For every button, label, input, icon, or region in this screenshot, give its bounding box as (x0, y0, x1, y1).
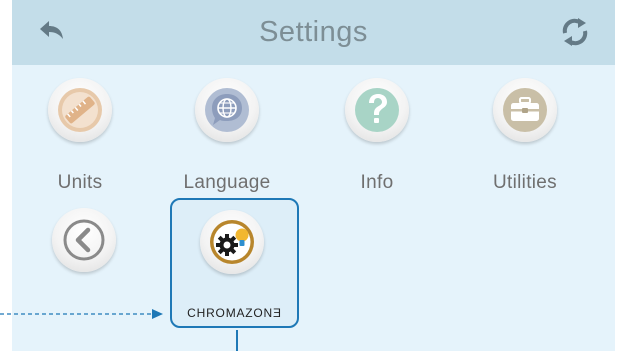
settings-screen: Settings Units Language Info Utilities C… (12, 0, 615, 351)
toolbox-icon (503, 88, 547, 132)
language-tile[interactable]: Language (184, 78, 308, 198)
units-icon-button (48, 78, 112, 142)
info-tile[interactable]: Info (338, 78, 458, 198)
language-label: Language (183, 172, 271, 193)
utilities-icon-button (493, 78, 557, 142)
header-bar: Settings (12, 0, 615, 65)
back-arrow-icon (40, 21, 63, 39)
refresh-button[interactable] (557, 14, 593, 50)
back-button[interactable] (34, 14, 70, 50)
gear-bulb-icon (210, 220, 254, 264)
utilities-tile[interactable]: Utilities (486, 78, 606, 198)
units-label: Units (57, 172, 103, 193)
previous-page-button[interactable] (52, 208, 116, 272)
page-title: Settings (259, 16, 368, 48)
ruler-icon (58, 88, 102, 132)
globe-speech-icon (205, 88, 249, 132)
info-label: Info (360, 172, 394, 193)
chromazone-icon-button (200, 210, 264, 274)
info-icon-button (345, 78, 409, 142)
question-icon (355, 88, 399, 132)
previous-icon-circle (52, 208, 116, 272)
refresh-icon (562, 18, 588, 46)
chromazone-label: CHROMAZONƎ (187, 306, 282, 320)
utilities-label: Utilities (493, 172, 557, 193)
language-icon-button (195, 78, 259, 142)
units-tile[interactable]: Units (41, 78, 161, 198)
chevron-left-icon (63, 219, 105, 261)
chromazone-tile[interactable]: CHROMAZONƎ (170, 198, 299, 328)
